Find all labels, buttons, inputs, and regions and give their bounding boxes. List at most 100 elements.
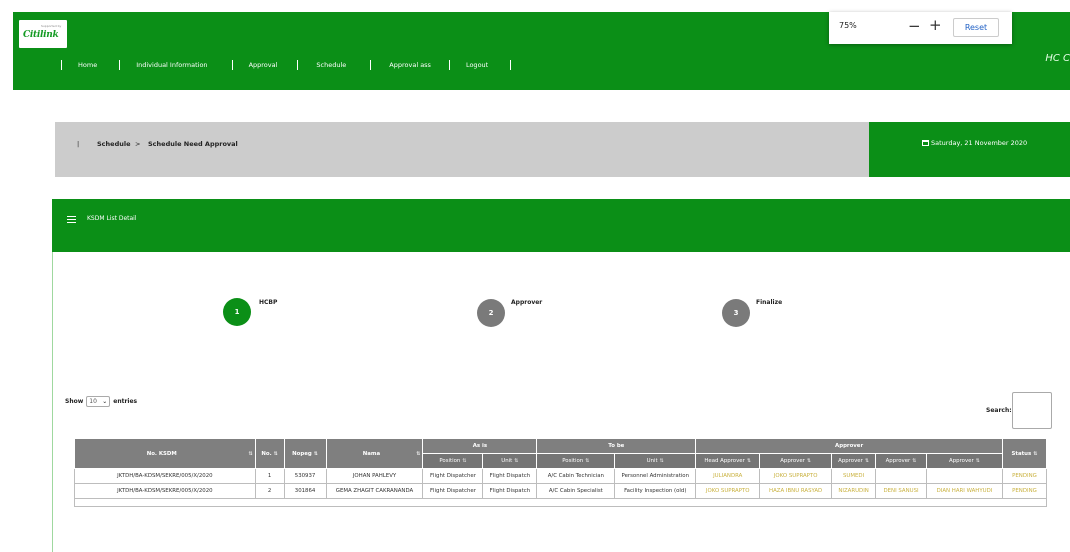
panel-body — [52, 252, 1070, 552]
empty-cell — [74, 498, 1047, 507]
table-row[interactable]: JKTDH/BA-KDSM/SEKRE/005/X/2020 1 530937 … — [74, 468, 1048, 484]
header-to-be: To be — [536, 438, 697, 454]
entries-control: Show 10 ⌄ entries — [65, 396, 137, 407]
header-as-is: As is — [422, 438, 538, 454]
sort-icon: ⇅ — [746, 458, 752, 464]
breadcrumb-bar: | — [77, 140, 80, 148]
cell-asis-unit: Flight Dispatch — [482, 483, 538, 499]
breadcrumb: | Schedule > Schedule Need Approval — [55, 122, 869, 177]
cell-no-ksdm: JKTDH/BA-KDSM/SEKRE/005/X/2020 — [74, 468, 256, 484]
sort-icon: ⇅ — [416, 450, 421, 457]
header-asis-position[interactable]: Position ⇅ — [422, 453, 484, 469]
nav-item-schedule[interactable]: Schedule — [316, 61, 346, 69]
sort-icon: ⇅ — [1033, 450, 1038, 457]
calendar-icon — [922, 140, 929, 146]
cell-tobe-unit: Facility Inspection (old) — [614, 483, 697, 499]
breadcrumb-separator: > — [135, 140, 141, 148]
sort-icon: ⇅ — [313, 450, 318, 457]
cell-approver-3: DENI SANUSI — [875, 483, 928, 499]
header-approver: Approver — [695, 438, 1003, 454]
header-approver-1[interactable]: Approver ⇅ — [759, 453, 833, 469]
main-nav: Home Individual Information Approval Sch… — [61, 60, 512, 70]
cell-status: PENDING — [1001, 483, 1048, 499]
cell-approver-2: NIZARUDIN — [831, 483, 877, 499]
cell-nama: GEMA ZHAGIT CAKRANANDA — [325, 483, 424, 499]
header-approver-4[interactable]: Approver ⇅ — [926, 453, 1003, 469]
sort-icon: ⇅ — [462, 458, 467, 464]
sort-icon: ⇅ — [864, 458, 870, 464]
current-date: Saturday, 21 November 2020 — [922, 139, 1027, 147]
header-approver-2[interactable]: Approver ⇅ — [831, 453, 877, 469]
nav-item-approval-ass[interactable]: Approval ass — [389, 61, 431, 69]
cell-tobe-unit: Personnel Administration — [614, 468, 697, 484]
nav-separator — [297, 60, 299, 70]
header-status[interactable]: Status ⇅ — [1001, 438, 1048, 469]
zoom-in-button[interactable]: + — [929, 16, 942, 34]
sort-icon: ⇅ — [514, 458, 519, 464]
nav-item-individual-information[interactable]: Individual Information — [136, 61, 207, 69]
zoom-out-button[interactable]: − — [908, 17, 921, 35]
step-1-label: HCBP — [259, 299, 278, 306]
step-3-label: Finalize — [756, 299, 783, 306]
entries-select[interactable]: 10 ⌄ — [86, 396, 111, 407]
header-nama[interactable]: Nama ⇅ — [325, 438, 424, 469]
cell-nopeg: 530937 — [283, 468, 327, 484]
zoom-reset-button[interactable]: Reset — [953, 18, 999, 37]
cell-status: PENDING — [1001, 468, 1048, 484]
cell-tobe-position: A/C Cabin Specialist — [536, 483, 616, 499]
zoom-level: 75% — [839, 21, 857, 30]
nav-separator — [61, 60, 62, 70]
sort-icon: ⇅ — [273, 450, 278, 457]
sort-icon: ⇅ — [248, 450, 253, 457]
search-input[interactable] — [1012, 392, 1052, 429]
citilink-logo[interactable]: Supported by Citilink — [19, 20, 67, 48]
cell-approver-2: SUMEDI — [831, 468, 877, 484]
sort-icon: ⇅ — [806, 458, 812, 464]
header-approver-3[interactable]: Approver ⇅ — [875, 453, 928, 469]
header-no-ksdm[interactable]: No. KSDM ⇅ — [74, 438, 256, 469]
header-head-approver[interactable]: Head Approver ⇅ — [695, 453, 761, 469]
header-no[interactable]: No. ⇅ — [254, 438, 285, 469]
cell-asis-unit: Flight Dispatch — [482, 468, 538, 484]
ksdm-table: No. KSDM ⇅ No. ⇅ Nopeg ⇅ Nama ⇅ As is To be … — [74, 438, 1048, 507]
cell-head-approver: JOKO SUPRAPTO — [695, 483, 761, 499]
step-1-circle: 1 — [223, 298, 251, 326]
header-asis-unit[interactable]: Unit ⇅ — [482, 453, 538, 469]
nav-item-logout[interactable]: Logout — [466, 61, 488, 69]
nav-separator — [231, 60, 233, 70]
nav-separator — [119, 60, 121, 70]
user-name: HC C — [1045, 53, 1070, 64]
nav-separator — [510, 60, 512, 70]
panel-header: KSDM List Detail — [52, 199, 1070, 252]
nav-item-home[interactable]: Home — [78, 61, 97, 69]
panel-title: KSDM List Detail — [87, 215, 137, 222]
cell-no: 2 — [254, 483, 285, 499]
show-label: Show — [65, 398, 84, 405]
cell-asis-position: Flight Dispatcher — [422, 483, 484, 499]
step-2-circle: 2 — [477, 299, 505, 327]
header-nopeg[interactable]: Nopeg ⇅ — [283, 438, 327, 469]
breadcrumb-section[interactable]: Schedule — [97, 140, 131, 148]
header-tobe-unit[interactable]: Unit ⇅ — [614, 453, 697, 469]
nav-item-approval[interactable]: Approval — [249, 61, 278, 69]
chevron-down-icon: ⌄ — [102, 398, 108, 405]
logo-text: Citilink — [23, 30, 59, 40]
sort-icon: ⇅ — [912, 458, 917, 464]
zoom-popup: 75% − + Reset — [829, 12, 1012, 44]
date-display: Saturday, 21 November 2020 — [869, 122, 1070, 177]
cell-approver-4 — [926, 468, 1003, 484]
cell-head-approver: JULIANDRA — [695, 468, 761, 484]
cell-approver-1: JOKO SUPRAPTO — [759, 468, 833, 484]
sort-icon: ⇅ — [659, 458, 664, 464]
step-2-label: Approver — [511, 299, 543, 306]
cell-tobe-position: A/C Cabin Technician — [536, 468, 616, 484]
cell-nopeg: 301864 — [283, 483, 327, 499]
header-tobe-position[interactable]: Position ⇅ — [536, 453, 616, 469]
table-row[interactable]: JKTDH/BA-KDSM/SEKRE/005/X/2020 2 301864 … — [74, 483, 1048, 499]
cell-asis-position: Flight Dispatcher — [422, 468, 484, 484]
cell-approver-4: DIAN HARI WAHYUDI — [926, 483, 1003, 499]
sort-icon: ⇅ — [585, 458, 590, 464]
menu-icon[interactable] — [67, 216, 76, 223]
nav-separator — [370, 60, 372, 70]
entries-label: entries — [113, 398, 138, 405]
